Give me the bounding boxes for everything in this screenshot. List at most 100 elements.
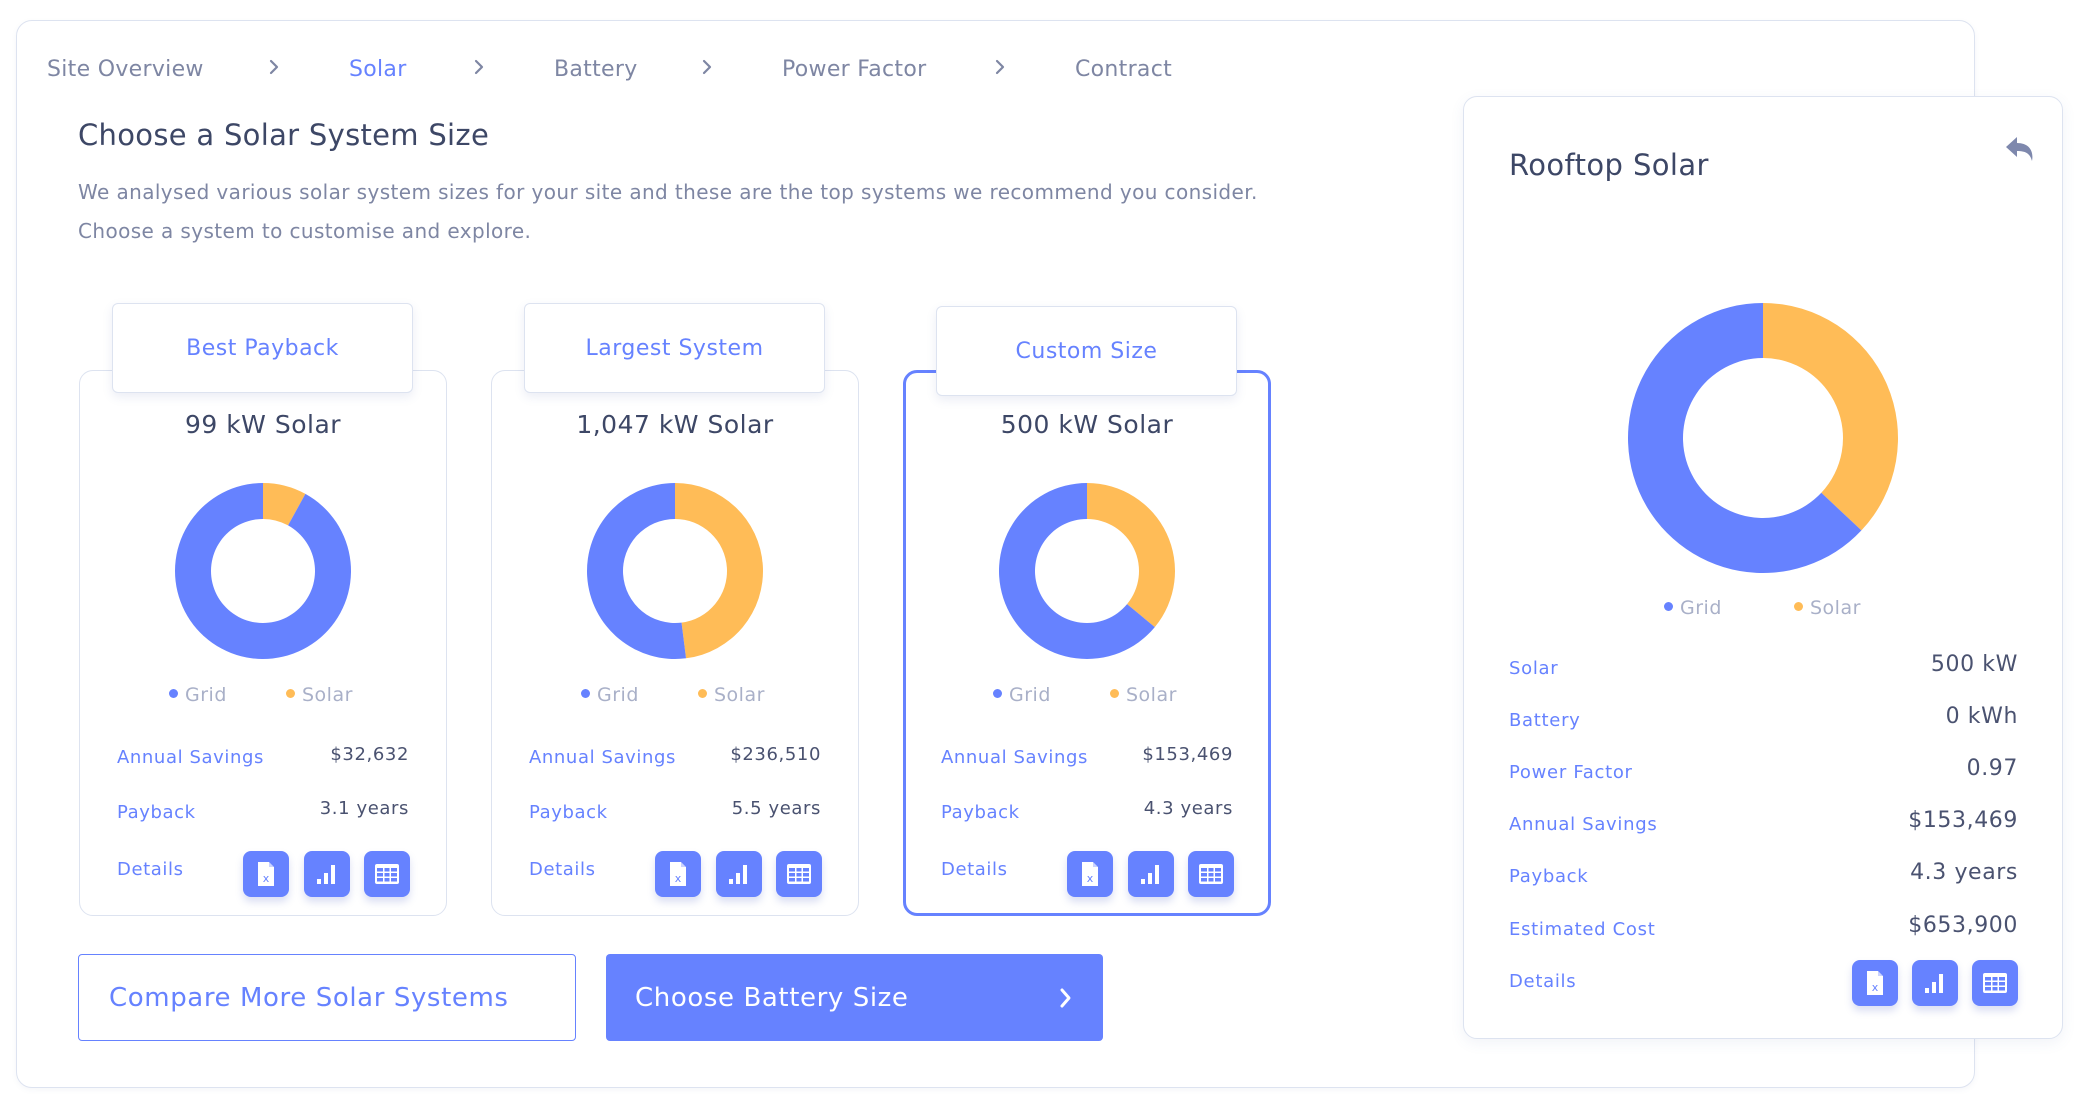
panel-row-label: Solar — [1509, 658, 1559, 679]
page-instruction: Choose a system to customise and explore… — [78, 219, 532, 243]
card-tab[interactable]: Largest System — [524, 303, 825, 393]
excel-export-button[interactable]: x — [1067, 851, 1113, 897]
panel-row-value: 0.97 — [1966, 756, 2018, 781]
table-view-button[interactable] — [364, 851, 410, 897]
donut-slice-grid[interactable] — [587, 483, 687, 659]
donut-slice-solar[interactable] — [675, 483, 763, 659]
excel-file-icon: x — [1864, 970, 1886, 996]
card-tab-label: Best Payback — [186, 335, 339, 361]
system-size-label: 99 kW Solar — [184, 410, 342, 439]
legend-label: Solar — [1126, 684, 1177, 706]
system-size-label: 500 kW Solar — [1000, 410, 1174, 439]
panel-row-label: Payback — [1509, 866, 1589, 887]
excel-export-button[interactable]: x — [1852, 960, 1898, 1006]
legend-label: Solar — [714, 684, 765, 706]
annual-savings-value: $32,632 — [330, 744, 409, 765]
card-tab[interactable]: Custom Size — [936, 306, 1237, 396]
panel-legend-solar: Solar — [1794, 597, 1861, 619]
legend-solar: Solar — [698, 684, 765, 706]
chevron-right-icon — [1060, 988, 1071, 1008]
legend-solar: Solar — [286, 684, 353, 706]
panel-legend-grid: Grid — [1664, 597, 1722, 619]
choose-battery-button[interactable]: Choose Battery Size — [606, 954, 1103, 1041]
legend-grid: Grid — [581, 684, 639, 706]
card-donut-chart — [999, 483, 1175, 659]
table-icon — [1982, 972, 2008, 994]
chart-view-button[interactable] — [304, 851, 350, 897]
breadcrumb-solar[interactable]: Solar — [349, 57, 407, 82]
legend-solar: Solar — [1110, 684, 1177, 706]
table-icon — [374, 863, 400, 885]
annual-savings-value: $236,510 — [730, 744, 821, 765]
chevron-right-icon — [989, 54, 1011, 80]
table-view-button[interactable] — [776, 851, 822, 897]
donut-slice-grid[interactable] — [175, 483, 351, 659]
details-label: Details — [529, 859, 596, 880]
payback-label: Payback — [529, 802, 608, 823]
bar-chart-icon — [727, 862, 751, 886]
page-description: We analysed various solar system sizes f… — [78, 180, 1258, 204]
excel-export-button[interactable]: x — [655, 851, 701, 897]
donut-slice-solar[interactable] — [1087, 483, 1175, 628]
bar-chart-icon — [1923, 971, 1947, 995]
solar-legend-dot — [1110, 689, 1119, 698]
bar-chart-icon — [1139, 862, 1163, 886]
legend-label: Grid — [1680, 597, 1722, 619]
legend-label: Grid — [597, 684, 639, 706]
panel-row-value: 0 kWh — [1945, 704, 2018, 729]
card-tab-label: Custom Size — [1015, 338, 1158, 364]
panel-row-value: $153,469 — [1908, 808, 2018, 833]
annual-savings-value: $153,469 — [1142, 744, 1233, 765]
compare-more-button[interactable]: Compare More Solar Systems — [78, 954, 576, 1041]
chart-view-button[interactable] — [1912, 960, 1958, 1006]
donut-slice-solar[interactable] — [1763, 303, 1898, 531]
breadcrumb-contract[interactable]: Contract — [1075, 57, 1172, 82]
chevron-right-icon — [696, 54, 718, 80]
panel-row-label: Battery — [1509, 710, 1581, 731]
svg-text:x: x — [1087, 872, 1094, 885]
chart-view-button[interactable] — [1128, 851, 1174, 897]
undo-icon[interactable] — [2003, 133, 2039, 167]
panel-row-value: 500 kW — [1930, 652, 2018, 677]
table-view-button[interactable] — [1972, 960, 2018, 1006]
payback-value: 5.5 years — [731, 798, 821, 819]
excel-export-button[interactable]: x — [243, 851, 289, 897]
breadcrumb-site-overview[interactable]: Site Overview — [47, 57, 204, 82]
panel-row-label: Power Factor — [1509, 762, 1633, 783]
chevron-right-icon — [468, 54, 490, 80]
annual-savings-label: Annual Savings — [529, 747, 677, 768]
annual-savings-label: Annual Savings — [941, 747, 1089, 768]
compare-more-label: Compare More Solar Systems — [109, 982, 509, 1013]
breadcrumb-power-factor[interactable]: Power Factor — [782, 57, 926, 82]
details-label: Details — [117, 859, 184, 880]
chevron-right-icon — [263, 54, 285, 80]
payback-label: Payback — [941, 802, 1020, 823]
panel-row-label: Details — [1509, 971, 1577, 992]
panel-row-label: Annual Savings — [1509, 814, 1658, 835]
panel-row-value: $653,900 — [1908, 913, 2018, 938]
legend-label: Solar — [1810, 597, 1861, 619]
legend-label: Grid — [185, 684, 227, 706]
legend-label: Solar — [302, 684, 353, 706]
payback-value: 4.3 years — [1143, 798, 1233, 819]
card-tab[interactable]: Best Payback — [112, 303, 413, 393]
legend-grid: Grid — [993, 684, 1051, 706]
svg-text:x: x — [263, 872, 270, 885]
table-icon — [786, 863, 812, 885]
chart-view-button[interactable] — [716, 851, 762, 897]
breadcrumb-battery[interactable]: Battery — [554, 57, 638, 82]
grid-legend-dot — [993, 689, 1002, 698]
grid-legend-dot — [1664, 602, 1673, 611]
system-size-label: 1,047 kW Solar — [576, 410, 774, 439]
choose-battery-label: Choose Battery Size — [635, 982, 909, 1013]
solar-legend-dot — [1794, 602, 1803, 611]
panel-title: Rooftop Solar — [1509, 148, 1709, 182]
card-tab-label: Largest System — [585, 335, 764, 361]
legend-grid: Grid — [169, 684, 227, 706]
table-view-button[interactable] — [1188, 851, 1234, 897]
panel-row-value: 4.3 years — [1910, 860, 2018, 885]
grid-legend-dot — [169, 689, 178, 698]
card-donut-chart — [175, 483, 351, 659]
excel-file-icon: x — [1079, 861, 1101, 887]
details-label: Details — [941, 859, 1008, 880]
